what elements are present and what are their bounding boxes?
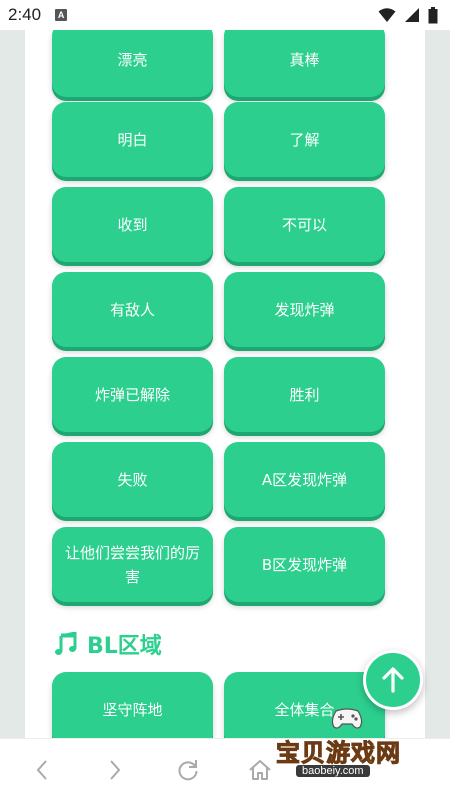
notification-a-icon: A — [55, 9, 68, 21]
voice-button-got-it[interactable]: 了解 — [224, 102, 385, 177]
voice-button-understood[interactable]: 明白 — [52, 102, 213, 177]
voice-button-enemy-spotted[interactable]: 有敌人 — [52, 272, 213, 347]
arrow-up-icon — [382, 667, 404, 693]
battery-icon — [428, 6, 438, 23]
voice-button-bomb-found[interactable]: 发现炸弹 — [224, 272, 385, 347]
page-content: 漂亮 真棒 明白 了解 收到 不可以 有敌人 发现炸弹 炸弹已解除 胜利 失败 … — [25, 30, 425, 738]
voice-button-bomb-defused[interactable]: 炸弹已解除 — [52, 357, 213, 432]
back-icon[interactable] — [29, 757, 55, 783]
signal-icon — [405, 8, 419, 22]
voice-button-regroup[interactable]: 全体集合 — [224, 672, 385, 738]
browser-nav-bar — [0, 738, 450, 800]
voice-button-not-allowed[interactable]: 不可以 — [224, 187, 385, 262]
voice-button-received[interactable]: 收到 — [52, 187, 213, 262]
scroll-top-button[interactable] — [363, 650, 423, 710]
music-note-icon — [55, 632, 77, 655]
voice-button-hold-position[interactable]: 坚守阵地 — [52, 672, 213, 738]
voice-button-defeat[interactable]: 失败 — [52, 442, 213, 517]
forward-icon[interactable] — [102, 757, 128, 783]
section-title: BL区域 — [87, 634, 162, 659]
section-header: BL区域 — [55, 628, 162, 660]
voice-button-victory[interactable]: 胜利 — [224, 357, 385, 432]
reload-icon[interactable] — [175, 757, 201, 783]
status-icons — [378, 6, 438, 24]
voice-button-bomb-site-a[interactable]: A区发现炸弹 — [224, 442, 385, 517]
voice-button-beautiful[interactable]: 漂亮 — [52, 30, 213, 97]
status-time: 2:40 — [8, 5, 42, 24]
home-icon[interactable] — [247, 757, 273, 783]
wifi-icon — [378, 8, 396, 22]
voice-button-bomb-site-b[interactable]: B区发现炸弹 — [224, 527, 385, 602]
voice-button-awesome[interactable]: 真棒 — [224, 30, 385, 97]
voice-button-show-them[interactable]: 让他们尝尝我们的厉害 — [52, 527, 213, 602]
status-bar: 2:40 A — [0, 0, 450, 30]
